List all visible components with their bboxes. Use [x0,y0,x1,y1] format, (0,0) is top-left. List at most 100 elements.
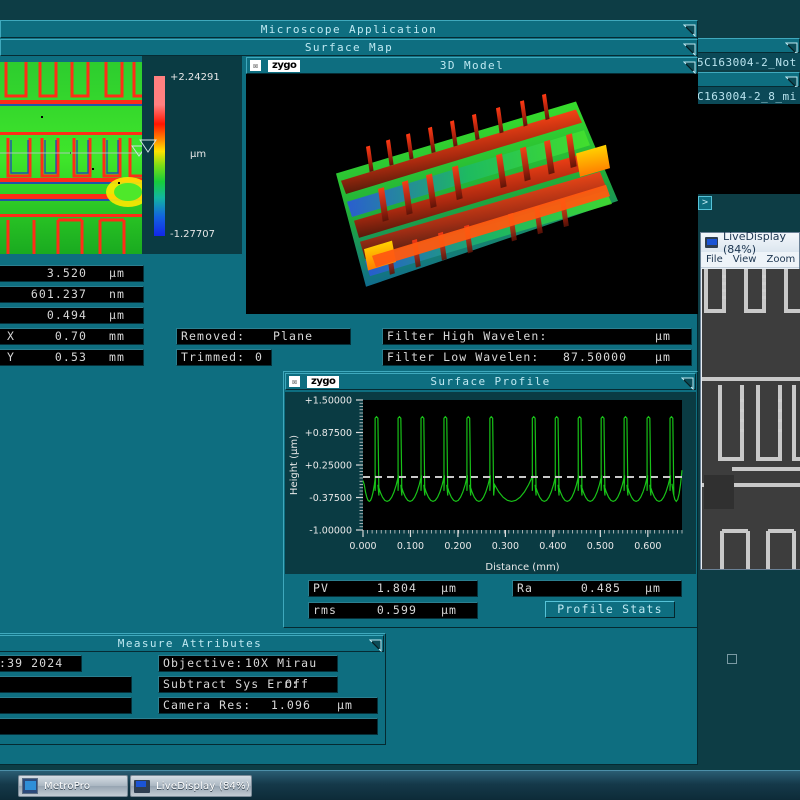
resize-grip-icon[interactable] [683,41,696,54]
resize-grip-icon[interactable] [785,74,798,87]
bg-window-scroll-button[interactable]: > [698,196,712,210]
colorbar-min-label: -1.27707 [170,229,215,240]
system-menu-icon[interactable]: ☒ [250,60,261,71]
system-menu-icon[interactable]: ☒ [289,376,300,387]
x-tick-label: 0.500 [587,541,614,552]
result-value-ra: 0.494 [27,308,87,323]
resize-grip-icon[interactable] [369,637,382,650]
result-label-size-x: X [7,329,15,344]
measure-attr-blank2[interactable] [0,697,132,714]
result-field-size-y[interactable]: Y 0.53 mm [0,349,144,366]
menu-item-zoom[interactable]: Zoom [761,254,800,265]
filter-field-low-wavelen[interactable]: Filter Low Wavelen: 87.50000 µm [382,349,692,366]
colorbar-panel: +2.24291 -1.27707 µm [142,56,242,254]
resize-grip-icon[interactable] [683,22,696,35]
profile-stat-unit-pv: µm [441,581,457,596]
processing-field-removed[interactable]: Removed: Plane [176,328,351,345]
colorbar-unit-label: µm [190,149,206,160]
filter-unit-low-wavelen: µm [655,350,671,365]
x-tick-label: 0.400 [539,541,566,552]
result-label-size-y: Y [7,350,15,365]
measure-attr-camera-res[interactable]: Camera Res: 1.096 µm [158,697,378,714]
colorbar-gradient[interactable] [154,76,165,236]
processing-label-removed: Removed: [181,329,245,344]
profile-stat-label-pv: PV [313,581,329,596]
x-axis-label: Distance (mm) [485,562,559,573]
result-field-pv[interactable]: 3.520 µm [0,265,144,282]
monitor-icon [705,237,718,248]
x-tick-label: 0.100 [397,541,424,552]
y-tick-label: -1.00000 [309,526,352,537]
menu-item-file[interactable]: File [701,254,728,265]
surface-profile-titlebar[interactable]: ☒ zygo Surface Profile [285,373,696,390]
result-field-ra[interactable]: 0.494 µm [0,307,144,324]
monitor-icon [134,780,150,793]
app-titlebar[interactable]: Microscope Application [0,20,698,38]
profile-stat-rms[interactable]: rms 0.599 µm [308,602,478,619]
filter-field-high-wavelen[interactable]: Filter High Wavelen: µm [382,328,692,345]
profile-stat-value-pv: 1.804 [361,581,417,596]
measure-attr-camera-res-unit: µm [337,698,353,713]
app-title: Microscope Application [261,23,438,36]
desktop-marker-icon [727,654,737,664]
x-tick-label: 0.300 [492,541,519,552]
three-d-model-titlebar[interactable]: ☒ zygo 3D Model [246,57,698,74]
processing-value-removed: Plane [273,329,313,344]
x-tick-label: 0.600 [634,541,661,552]
three-d-model-title: 3D Model [440,59,504,72]
result-field-size-x[interactable]: X 0.70 mm [0,328,144,345]
live-display-menubar[interactable]: File View Zoom W [701,252,799,268]
resize-grip-icon[interactable] [681,375,694,388]
measure-attr-subtract-sys-err[interactable]: Subtract Sys Err: Off [158,676,338,693]
result-unit-pv: µm [109,266,125,281]
surface-map-image[interactable] [0,62,142,254]
y-tick-label: -0.37500 [309,493,352,504]
taskbar: MetroPro LiveDisplay (84%) [0,770,800,800]
menu-item-view[interactable]: View [728,254,762,265]
profile-stats-button[interactable]: Profile Stats [545,601,675,618]
x-tick-label: 0.200 [444,541,471,552]
live-display-image [702,269,800,569]
profile-stat-ra[interactable]: Ra 0.485 µm [512,580,682,597]
result-value-size-y: 0.53 [37,350,87,365]
filter-unit-high-wavelen: µm [655,329,671,344]
measure-attr-blank1[interactable] [0,676,132,693]
live-display-title: LiveDisplay (84%) [723,230,799,256]
bg-window-notes[interactable]: 5C163004-2_Not [694,38,800,70]
profile-stat-pv[interactable]: PV 1.804 µm [308,580,478,597]
measure-attr-objective[interactable]: Objective: 10X Mirau [158,655,338,672]
measure-attr-blank3[interactable] [0,718,378,735]
resize-grip-icon[interactable] [785,40,798,53]
measure-attr-date[interactable]: 04:39 2024 [0,655,82,672]
measure-attr-subtract-sys-err-value: Off [285,677,309,692]
result-field-rms[interactable]: 601.237 nm [0,286,144,303]
taskbar-metropro[interactable]: MetroPro [18,775,128,797]
bg-window-8mil[interactable]: C163004-2_8_mi [694,72,800,104]
surface-map-titlebar[interactable]: Surface Map [0,39,698,56]
colorbar-max-label: +2.24291 [170,72,220,83]
processing-field-trimmed[interactable]: Trimmed: 0 [176,349,272,366]
profile-stat-unit-rms: µm [441,603,457,618]
measure-attributes-titlebar[interactable]: Measure Attributes [0,635,384,652]
measure-attr-camera-res-label: Camera Res: [163,698,251,713]
desktop: 5C163004-2_Not C163004-2_8_mi > Microsco… [0,0,800,800]
live-display-window[interactable]: LiveDisplay (84%) File View Zoom W [700,232,800,570]
bg-window-8mil-titlebar[interactable] [694,72,800,87]
taskbar-livedisplay[interactable]: LiveDisplay (84%) [130,775,252,797]
y-tick-label: +1.50000 [305,396,352,407]
three-d-model-canvas[interactable] [246,74,698,314]
measure-attr-objective-value: 10X Mirau [245,656,317,671]
result-unit-rms: nm [109,287,125,302]
resize-grip-icon[interactable] [683,59,696,72]
surface-map-canvas [0,62,142,254]
colorbar-marker-icon[interactable] [138,136,158,156]
live-display-video[interactable] [702,269,800,569]
profile-stat-value-rms: 0.599 [361,603,417,618]
surface-profile-plot[interactable]: +1.50000+0.87500+0.25000-0.37500-1.00000… [285,392,696,574]
bg-window-notes-titlebar[interactable] [694,38,800,53]
live-display-titlebar[interactable]: LiveDisplay (84%) [701,233,799,252]
filter-value-low-wavelen: 87.50000 [563,350,643,365]
profile-stat-unit-ra: µm [645,581,661,596]
measure-attr-date-value: 04:39 2024 [0,656,63,671]
taskbar-livedisplay-label: LiveDisplay (84%) [156,781,250,792]
